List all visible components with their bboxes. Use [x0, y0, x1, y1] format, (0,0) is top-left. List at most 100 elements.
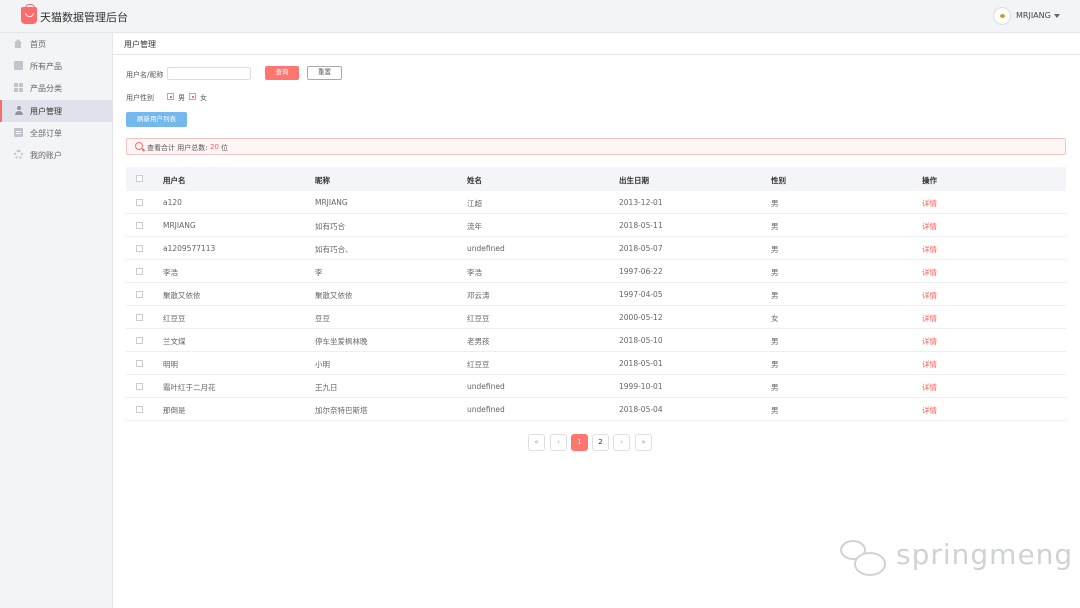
- row-checkbox[interactable]: [136, 337, 143, 344]
- column-header-gender[interactable]: 性别: [771, 175, 786, 186]
- user-total-count: 20: [210, 143, 219, 151]
- row-checkbox[interactable]: [136, 222, 143, 229]
- search-button[interactable]: 查询: [265, 66, 299, 80]
- select-all-checkbox[interactable]: [136, 175, 143, 182]
- summary-bar: 查看合计 用户总数: 20 位: [126, 138, 1066, 155]
- cell-username: 那倒是: [163, 406, 186, 415]
- cell-realname: 李浩: [467, 268, 482, 277]
- gear-icon: [14, 150, 23, 159]
- sidebar-item-home[interactable]: 首页: [0, 33, 113, 55]
- sidebar-item-account[interactable]: 我的账户: [0, 144, 113, 166]
- app-title: 天猫数据管理后台: [40, 11, 128, 24]
- row-checkbox[interactable]: [136, 360, 143, 367]
- prev-page-button[interactable]: ‹: [550, 434, 567, 451]
- cell-gender: 男: [771, 406, 779, 415]
- first-page-button[interactable]: «: [528, 434, 545, 451]
- sidebar-item-label: 产品分类: [30, 84, 62, 93]
- sidebar-item-label: 全部订单: [30, 129, 62, 138]
- shopping-bag-logo-icon: [21, 4, 37, 24]
- cell-realname: 流年: [467, 222, 482, 231]
- row-checkbox[interactable]: [136, 268, 143, 275]
- table-row: 李浩 李 李浩 1997-06-22 男 详情: [126, 260, 1066, 283]
- table-row: 霜叶红于二月花 王九日 undefined 1999-10-01 男 详情: [126, 375, 1066, 398]
- cell-username: 红豆豆: [163, 314, 186, 323]
- cell-nickname: MRJIANG: [315, 198, 348, 207]
- cell-birthday: 2018-05-07: [619, 244, 663, 253]
- sidebar-item-orders[interactable]: 全部订单: [0, 122, 113, 144]
- watermark: springmeng: [840, 538, 1072, 578]
- cell-birthday: 2018-05-10: [619, 336, 663, 345]
- cell-username: a1209577113: [163, 244, 216, 253]
- cell-nickname: 如有巧合、: [315, 245, 353, 254]
- gender-female-checkbox[interactable]: [189, 93, 196, 100]
- detail-link[interactable]: 详情: [922, 405, 937, 416]
- next-page-button[interactable]: ›: [613, 434, 630, 451]
- column-header-username[interactable]: 用户名: [163, 175, 186, 186]
- cell-username: 聚散又依依: [163, 291, 201, 300]
- sidebar: 首页 所有产品 产品分类 用户管理 全部订单 我的账户: [0, 33, 113, 608]
- sidebar-item-label: 用户管理: [30, 107, 62, 116]
- cell-gender: 男: [771, 291, 779, 300]
- cell-realname: undefined: [467, 382, 505, 391]
- table-row: a120 MRJIANG 江超 2013-12-01 男 详情: [126, 191, 1066, 214]
- home-icon: [14, 39, 22, 48]
- name-search-input[interactable]: [167, 67, 251, 80]
- gender-male-checkbox[interactable]: [167, 93, 174, 100]
- detail-link[interactable]: 详情: [922, 221, 937, 232]
- refresh-user-list-button[interactable]: 刷新用户列表: [126, 112, 187, 127]
- table-row: 红豆豆 豆豆 红豆豆 2000-05-12 女 详情: [126, 306, 1066, 329]
- cell-nickname: 王九日: [315, 383, 338, 392]
- cell-username: MRJIANG: [163, 221, 196, 230]
- column-header-realname[interactable]: 姓名: [467, 175, 482, 186]
- name-filter-label: 用户名/昵称: [126, 71, 164, 79]
- summary-unit: 位: [221, 144, 228, 152]
- cell-gender: 男: [771, 268, 779, 277]
- page-2-button[interactable]: 2: [592, 434, 609, 451]
- sidebar-item-categories[interactable]: 产品分类: [0, 77, 113, 99]
- row-checkbox[interactable]: [136, 406, 143, 413]
- sidebar-item-products[interactable]: 所有产品: [0, 55, 113, 77]
- cell-gender: 男: [771, 245, 779, 254]
- row-checkbox[interactable]: [136, 291, 143, 298]
- cell-nickname: 加尔奈特巴斯塔: [315, 406, 368, 415]
- cell-gender: 男: [771, 337, 779, 346]
- cell-birthday: 2018-05-11: [619, 221, 663, 230]
- table-row: 明明 小明 红豆豆 2018-05-01 男 详情: [126, 352, 1066, 375]
- cell-gender: 男: [771, 360, 779, 369]
- detail-link[interactable]: 详情: [922, 382, 937, 393]
- cell-username: 明明: [163, 360, 178, 369]
- product-icon: [14, 61, 23, 70]
- cell-birthday: 1999-10-01: [619, 382, 663, 391]
- cell-birthday: 1997-06-22: [619, 267, 663, 276]
- row-checkbox[interactable]: [136, 383, 143, 390]
- cell-realname: 红豆豆: [467, 360, 490, 369]
- cell-realname: undefined: [467, 405, 505, 414]
- user-menu-name[interactable]: MRJIANG: [1016, 11, 1051, 20]
- user-avatar[interactable]: [993, 7, 1011, 25]
- cell-birthday: 2013-12-01: [619, 198, 663, 207]
- reset-button[interactable]: 重置: [307, 66, 342, 80]
- detail-link[interactable]: 详情: [922, 244, 937, 255]
- caret-down-icon[interactable]: [1054, 14, 1060, 18]
- detail-link[interactable]: 详情: [922, 290, 937, 301]
- detail-link[interactable]: 详情: [922, 267, 937, 278]
- category-icon: [14, 83, 23, 92]
- column-header-nickname[interactable]: 昵称: [315, 175, 330, 186]
- detail-link[interactable]: 详情: [922, 198, 937, 209]
- row-checkbox[interactable]: [136, 314, 143, 321]
- detail-link[interactable]: 详情: [922, 313, 937, 324]
- table-row: 兰文煤 停车坐爱枫林晚 老男孩 2018-05-10 男 详情: [126, 329, 1066, 352]
- detail-link[interactable]: 详情: [922, 359, 937, 370]
- cell-nickname: 聚散又依依: [315, 291, 353, 300]
- breadcrumb: 用户管理: [113, 33, 1080, 55]
- sidebar-item-label: 所有产品: [30, 62, 62, 71]
- top-bar: 天猫数据管理后台 MRJIANG: [0, 0, 1080, 33]
- cell-realname: 江超: [467, 199, 482, 208]
- page-1-button[interactable]: 1: [571, 434, 588, 451]
- column-header-birthday[interactable]: 出生日期: [619, 175, 649, 186]
- last-page-button[interactable]: »: [635, 434, 652, 451]
- row-checkbox[interactable]: [136, 245, 143, 252]
- detail-link[interactable]: 详情: [922, 336, 937, 347]
- row-checkbox[interactable]: [136, 199, 143, 206]
- sidebar-item-users[interactable]: 用户管理: [0, 100, 113, 122]
